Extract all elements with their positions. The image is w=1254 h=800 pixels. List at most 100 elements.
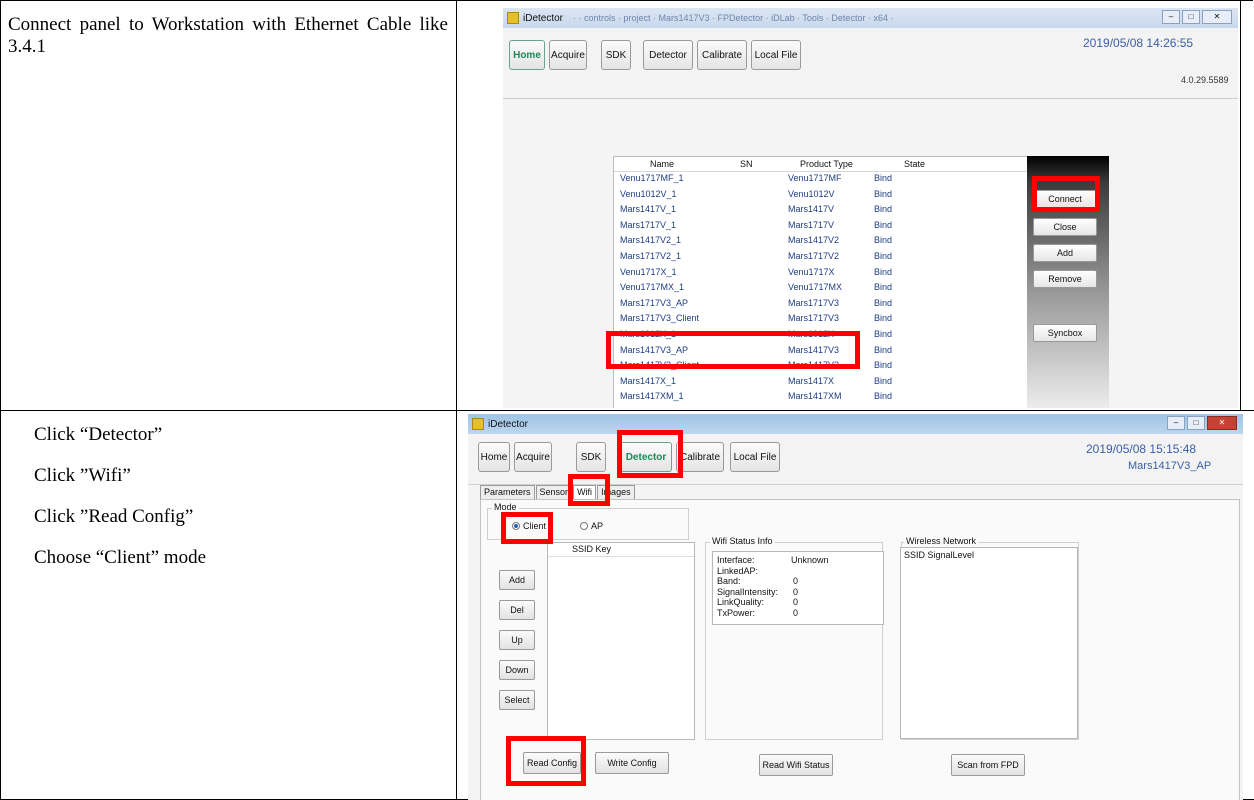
wifi-status-value: 0 <box>793 586 799 597</box>
detector-row-name: Mars1717V3_AP <box>620 297 689 308</box>
detector-row[interactable]: Mars1717V2_1 Mars1717V2 Bind <box>614 251 1028 263</box>
detector-row-state: Bind <box>874 173 893 183</box>
detector-row-name: Venu1717MF_1 <box>620 173 684 183</box>
detector-row-name: Mars1417V2_1 <box>620 235 682 246</box>
radio-ap-label: AP <box>591 521 604 531</box>
detector-row[interactable]: Mars1717V_1 Mars1717V Bind <box>614 220 1028 232</box>
detector-row-product-type: Mars1417V2 <box>788 235 840 246</box>
detector-row-name: Venu1717MX_1 <box>620 282 685 293</box>
read-wifi-status-button[interactable]: Read Wifi Status <box>759 754 833 776</box>
step-instructions-wifi: Click “Detector” Click ”Wifi” Click ”Rea… <box>34 424 434 588</box>
tab-calibrate[interactable]: Calibrate <box>697 40 747 70</box>
add-button[interactable]: Add <box>1033 244 1097 262</box>
version-label: 4.0.29.5589 <box>1181 75 1229 85</box>
detector-row-state: Bind <box>874 313 893 324</box>
detector-row-name: Mars1417X_1 <box>620 375 677 386</box>
detector-row[interactable]: Venu1717MX_1 Venu1717MX Bind <box>614 282 1028 294</box>
ssid-list[interactable]: SSID Key <box>547 542 695 740</box>
detector-row-name: Venu1012V_1 <box>620 188 677 199</box>
detector-row-name: Mars1417XM_1 <box>620 391 684 402</box>
detector-subtabs: Parameters Sensor Wifi Images <box>480 485 636 499</box>
detector-row[interactable]: Mars1717V3_AP Mars1717V3 Bind <box>614 298 1028 310</box>
highlight-detector-tab <box>617 430 683 478</box>
detector-row-state: Bind <box>874 344 893 355</box>
detector-list-header: Name SN Product Type State <box>614 157 1028 172</box>
tab-home[interactable]: Home <box>478 442 510 472</box>
detector-row[interactable]: Mars1417V2_1 Mars1417V2 Bind <box>614 235 1028 247</box>
datetime-display: 2019/05/08 15:15:48 <box>1086 442 1197 456</box>
detector-row[interactable]: Venu1717X_1 Venu1717X Bind <box>614 267 1028 279</box>
tab-sdk[interactable]: SDK <box>576 442 606 472</box>
tab-sdk[interactable]: SDK <box>601 40 631 70</box>
wifi-status-group: Wifi Status Info Interface: Unknown Linked… <box>705 536 884 740</box>
wifi-status-key: Band: <box>717 576 741 586</box>
scan-from-fpd-button[interactable]: Scan from FPD <box>951 754 1025 776</box>
detector-row[interactable]: Venu1012V_1 Venu1012V Bind <box>614 189 1028 201</box>
wireless-network-group: Wireless Network SSID SignalLevel <box>900 536 1079 740</box>
subtab-sensor[interactable]: Sensor <box>535 485 573 499</box>
syncbox-button[interactable]: Syncbox <box>1033 324 1097 342</box>
detector-row-name: Mars1717V3_Client <box>620 313 700 324</box>
idetector-home-screenshot: iDetector · · controls · project · Mars1… <box>503 8 1238 408</box>
wifi-status-value: 0 <box>793 576 799 586</box>
detector-row[interactable]: Mars1417X_1 Mars1417X Bind <box>614 376 1028 388</box>
move-up-button[interactable]: Up <box>499 630 535 650</box>
detector-row-state: Bind <box>874 375 893 386</box>
close-window-button[interactable]: ✕ <box>1207 416 1237 430</box>
wifi-panel: Mode Client AP SSID Key Add Del Up Down … <box>480 499 1240 800</box>
move-down-button[interactable]: Down <box>499 660 535 680</box>
detector-name-label: Mars1417V3_AP <box>1128 460 1212 472</box>
idetector-wifi-screenshot: iDetector – □ ✕ Home Acquire SDK Detecto… <box>468 414 1243 800</box>
instruction-click-wifi: Click ”Wifi” <box>34 465 131 486</box>
radio-ap[interactable]: AP <box>580 521 603 531</box>
instruction-click-detector: Click “Detector” <box>34 424 163 445</box>
close-button[interactable]: Close <box>1033 218 1097 236</box>
detector-row-state: Bind <box>874 235 893 246</box>
detector-row-name: Mars1717V_1 <box>620 219 677 230</box>
detector-row-product-type: Mars1717V3 <box>788 313 840 324</box>
instruction-table: Connect panel to Workstation with Ethern… <box>0 0 1254 800</box>
minimize-button[interactable]: – <box>1162 10 1180 24</box>
maximize-button[interactable]: □ <box>1187 416 1205 430</box>
detector-row-product-type: Mars1417V <box>788 204 835 215</box>
tab-home[interactable]: Home <box>509 40 545 70</box>
minimize-button[interactable]: – <box>1167 416 1185 430</box>
tab-local-file[interactable]: Local File <box>730 442 780 472</box>
detector-row-product-type: Venu1012V <box>788 188 835 199</box>
detector-row[interactable]: Mars1417XM_1 Mars1417XM Bind <box>614 391 1028 403</box>
step-instruction-connect: Connect panel to Workstation with Ethern… <box>8 14 448 57</box>
detector-row-product-type: Venu1717MF <box>788 173 842 183</box>
tab-detector[interactable]: Detector <box>643 40 693 70</box>
tab-acquire[interactable]: Acquire <box>514 442 552 472</box>
radio-ap-indicator[interactable] <box>580 522 588 530</box>
tab-calibrate[interactable]: Calibrate <box>676 442 724 472</box>
detector-row-state: Bind <box>874 360 893 371</box>
app-icon <box>472 418 484 430</box>
delete-ssid-button[interactable]: Del <box>499 600 535 620</box>
close-window-button[interactable]: ✕ <box>1202 10 1232 24</box>
column-header-sn: SN <box>740 159 753 169</box>
column-header-product-type: Product Type <box>800 159 853 169</box>
tab-local-file[interactable]: Local File <box>751 40 801 70</box>
detector-row[interactable]: Mars1717V3_Client Mars1717V3 Bind <box>614 313 1028 325</box>
wireless-network-list[interactable]: SSID SignalLevel <box>900 547 1078 739</box>
datetime-display: 2019/05/08 14:26:55 <box>1083 36 1194 50</box>
select-ssid-button[interactable]: Select <box>499 690 535 710</box>
maximize-button[interactable]: □ <box>1182 10 1200 24</box>
highlight-wifi-tab <box>568 474 610 506</box>
detector-row[interactable]: Venu1717MF_1 Venu1717MF Bind <box>614 173 1028 185</box>
wifi-status-key: SignalIntensity: <box>717 586 779 597</box>
remove-button[interactable]: Remove <box>1033 270 1097 288</box>
detector-row[interactable]: Mars1417V_1 Mars1417V Bind <box>614 204 1028 216</box>
detector-row-name: Mars1417V_1 <box>620 204 677 215</box>
wifi-status-box: Interface: Unknown LinkedAP: Band: 0 SignalIn… <box>712 551 884 625</box>
write-config-button[interactable]: Write Config <box>595 752 669 774</box>
add-ssid-button[interactable]: Add <box>499 570 535 590</box>
tab-acquire[interactable]: Acquire <box>549 40 587 70</box>
wifi-status-key: LinkQuality: <box>717 597 765 607</box>
subtab-parameters[interactable]: Parameters <box>480 485 535 499</box>
ssid-list-header: SSID Key <box>548 543 694 557</box>
wifi-status-key: Interface: <box>717 555 755 565</box>
detector-row-state: Bind <box>874 219 893 230</box>
instruction-choose-client: Choose “Client” mode <box>34 547 207 568</box>
